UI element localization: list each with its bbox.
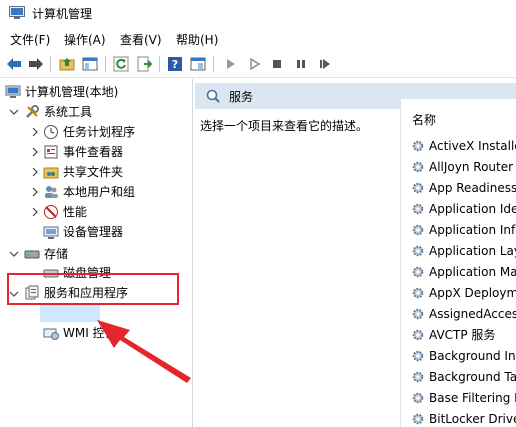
annotation-arrow (97, 320, 191, 383)
